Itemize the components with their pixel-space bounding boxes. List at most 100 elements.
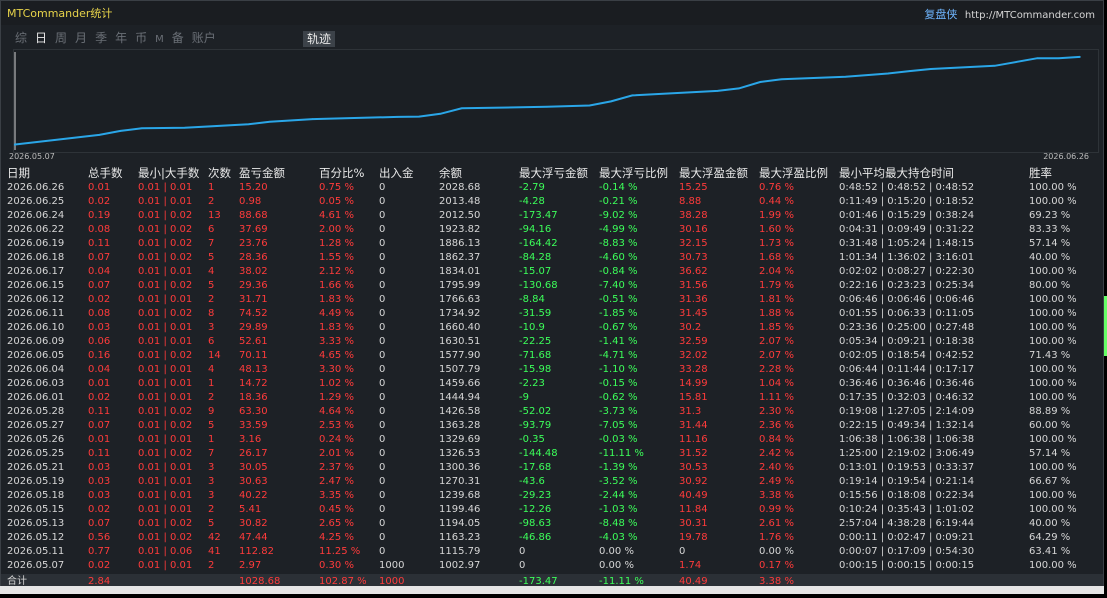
table-row[interactable]: 2026.05.25 0.11 0.01 | 0.02 7 26.17 2.01 % 0 13… [1,447,1103,461]
cell-lots: 0.03 [88,322,111,333]
table-row[interactable]: 2026.06.24 0.19 0.01 | 0.02 13 88.68 4.61 % 0 2… [1,209,1103,223]
brand[interactable]: 复盘侠 http://MTCommander.com [924,6,1095,22]
cell-pl: 112.82 [239,546,274,557]
cell-io: 0 [379,448,386,459]
header-balance[interactable]: 余额 [439,165,462,181]
tab-2[interactable]: 周 [53,29,69,46]
header-max-float-profit-ratio[interactable]: 最大浮盈比例 [759,165,828,181]
cell-max-float-loss: -12.26 [519,504,552,515]
header-max-float-loss[interactable]: 最大浮亏金额 [519,165,588,181]
cell-pct: 2.01 % [319,448,354,459]
cell-balance: 1507.79 [439,364,481,375]
tab-0[interactable]: 综 [13,29,29,46]
brand-name[interactable]: 复盘侠 [924,8,957,21]
header-minmax[interactable]: 最小|大手数 [138,165,199,181]
table-row[interactable]: 2026.06.10 0.03 0.01 | 0.01 3 29.89 1.83 % 0 16… [1,321,1103,335]
cell-max-float-loss: -71.68 [519,350,552,361]
table-row[interactable]: 2026.06.09 0.06 0.01 | 0.01 6 52.61 3.33 % 0 16… [1,335,1103,349]
cell-count: 5 [208,252,215,263]
cell-max-float-profit-ratio: 2.61 % [759,518,794,529]
tab-1[interactable]: 日 [33,29,49,46]
table-row[interactable]: 2026.05.27 0.07 0.01 | 0.02 5 33.59 2.53 % 0 13… [1,419,1103,433]
header-win-rate[interactable]: 胜率 [1029,165,1052,181]
cell-io: 0 [379,378,386,389]
table-row[interactable]: 2026.06.26 0.01 0.01 | 0.01 1 15.20 0.75 % 0 20… [1,181,1103,195]
cell-max-float-loss-ratio: 0.00 % [599,546,634,557]
cell-pl: 5.41 [239,504,262,515]
header-pl[interactable]: 盈亏金额 [239,165,285,181]
cell-count: 7 [208,238,215,249]
cell-max-float-loss: -22.25 [519,336,552,347]
header-count[interactable]: 次数 [208,165,231,181]
table-row[interactable]: 2026.06.04 0.04 0.01 | 0.01 4 48.13 3.30 % 0 15… [1,363,1103,377]
title-bar: MTCommander统计 复盘侠 http://MTCommander.com [1,1,1103,25]
table-row[interactable]: 2026.05.18 0.03 0.01 | 0.01 3 40.22 3.35 % 0 12… [1,489,1103,503]
table-row[interactable]: 2026.05.11 0.77 0.01 | 0.06 41 112.82 11.25 %… [1,545,1103,559]
header-max-float-profit[interactable]: 最大浮盈金额 [679,165,748,181]
tab-6[interactable]: 币 [133,29,149,46]
cell-io: 1000 [379,560,405,571]
table-row[interactable]: 2026.06.18 0.07 0.01 | 0.02 5 28.36 1.55 % 0 18… [1,251,1103,265]
equity-point [887,72,889,75]
table-row[interactable]: 2026.06.01 0.02 0.01 | 0.01 2 18.36 1.29 % 0 14… [1,391,1103,405]
tab-3[interactable]: 月 [73,29,89,46]
tab-5[interactable]: 年 [113,29,129,46]
tab-9[interactable]: 账户 [190,29,218,46]
table-row[interactable]: 2026.06.17 0.04 0.01 | 0.01 4 38.02 2.12 % 0 18… [1,265,1103,279]
tab-8[interactable]: 备 [170,29,186,46]
cell-pct: 1.29 % [319,392,354,403]
brand-url-link[interactable]: http://MTCommander.com [965,10,1095,21]
header-hold-time[interactable]: 最小平均最大持仓时间 [839,165,954,181]
header-date[interactable]: 日期 [7,165,30,181]
table-row[interactable]: 2026.05.19 0.03 0.01 | 0.01 3 30.63 2.47 % 0 12… [1,475,1103,489]
table-row[interactable]: 2026.05.26 0.01 0.01 | 0.01 1 3.16 0.24 % 0 132… [1,433,1103,447]
cell-max-float-loss: -52.02 [519,406,552,417]
cell-hold-time: 0:15:56 | 0:18:08 | 0:22:34 [839,490,975,501]
table-row[interactable]: 2026.06.05 0.16 0.01 | 0.02 14 70.11 4.65 % 0 1… [1,349,1103,363]
header-pct[interactable]: 百分比% [319,165,364,181]
tab-4[interactable]: 季 [93,29,109,46]
table-row[interactable]: 2026.05.28 0.11 0.01 | 0.02 9 63.30 4.64 % 0 14… [1,405,1103,419]
cell-minmax: 0.01 | 0.01 [138,322,193,333]
table-row[interactable]: 2026.06.22 0.08 0.01 | 0.02 6 37.69 2.00 % 0 19… [1,223,1103,237]
table-row[interactable]: 2026.06.19 0.11 0.01 | 0.02 7 23.76 1.28 % 0 18… [1,237,1103,251]
cell-max-float-profit: 31.3 [679,406,702,417]
tab-7[interactable]: M [153,34,166,45]
cell-count: 2 [208,196,215,207]
cell-minmax: 0.01 | 0.02 [138,420,193,431]
table-row[interactable]: 2026.06.12 0.02 0.01 | 0.01 2 31.71 1.83 % 0 17… [1,293,1103,307]
table-row[interactable]: 2026.05.13 0.07 0.01 | 0.02 5 30.82 2.65 % 0 11… [1,517,1103,531]
cell-max-float-profit-ratio: 0.44 % [759,196,794,207]
cell-pct: 3.35 % [319,490,354,501]
table-row[interactable]: 2026.05.21 0.03 0.01 | 0.01 3 30.05 2.37 % 0 13… [1,461,1103,475]
table-row[interactable]: 2026.05.12 0.56 0.01 | 0.02 42 47.44 4.25 % 0 1… [1,531,1103,545]
cell-pct: 4.25 % [319,532,354,543]
cell-minmax: 0.01 | 0.01 [138,336,193,347]
cell-win-rate: 100.00 % [1029,266,1077,277]
cell-max-float-profit: 11.84 [679,504,708,515]
cell-lots: 0.07 [88,420,111,431]
table-row[interactable]: 2026.05.07 0.02 0.01 | 0.01 2 2.97 0.30 % 1000… [1,559,1103,573]
cell-io: 0 [379,182,386,193]
cell-balance: 1734.92 [439,308,481,319]
header-io[interactable]: 出入金 [379,165,414,181]
cell-count: 3 [208,490,215,501]
table-row[interactable]: 2026.06.11 0.08 0.01 | 0.02 8 74.52 4.49 % 0 17… [1,307,1103,321]
tab-track[interactable]: 轨迹 [303,31,335,47]
cell-io: 0 [379,490,386,501]
cell-io: 0 [379,196,386,207]
cell-max-float-profit-ratio: 2.28 % [759,364,794,375]
header-lots[interactable]: 总手数 [88,165,123,181]
cell-max-float-profit: 11.16 [679,434,708,445]
table-row[interactable]: 2026.06.25 0.02 0.01 | 0.01 2 0.98 0.05 % 0 201… [1,195,1103,209]
table-row[interactable]: 2026.06.03 0.01 0.01 | 0.01 1 14.72 1.02 % 0 14… [1,377,1103,391]
cell-pct: 2.00 % [319,224,354,235]
cell-max-float-loss-ratio: -0.62 % [599,392,638,403]
header-max-float-loss-ratio[interactable]: 最大浮亏比例 [599,165,668,181]
cell-hold-time: 0:00:15 | 0:00:15 | 0:00:15 [839,560,975,571]
cell-date: 2026.06.09 [7,336,65,347]
cell-max-float-profit-ratio: 2.49 % [759,476,794,487]
equity-point [993,65,996,67]
table-row[interactable]: 2026.06.15 0.07 0.01 | 0.02 5 29.36 1.66 % 0 17… [1,279,1103,293]
table-row[interactable]: 2026.05.15 0.02 0.01 | 0.01 2 5.41 0.45 % 0 119… [1,503,1103,517]
